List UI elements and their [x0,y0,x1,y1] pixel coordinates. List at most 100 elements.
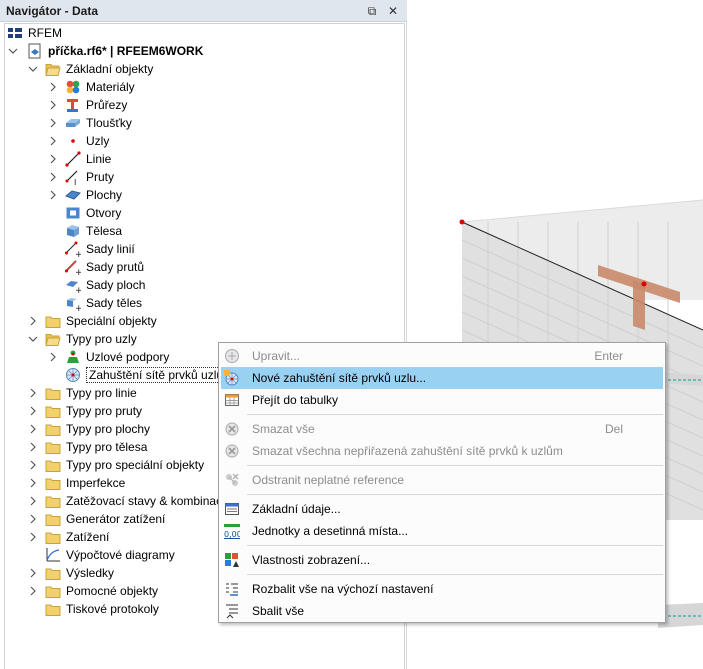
surface-sets-icon: + [65,277,81,293]
tree-item-label: Linie [86,152,112,166]
folder-icon [45,403,61,419]
menu-item-remove-invalid-refs[interactable]: Odstranit neplatné reference [221,469,663,491]
menu-item-display-properties[interactable]: Vlastnosti zobrazení... [221,549,663,571]
lines-icon [65,151,81,167]
edit-icon [224,348,240,364]
menu-item-delete-all[interactable]: Smazat vše Del [221,418,663,440]
menu-item-label: Základní údaje... [252,502,341,516]
menu-item-label: Sbalit vše [252,604,305,618]
tree-item-label: Materiály [86,80,135,94]
nodes-icon [65,133,81,149]
menu-item-go-to-table[interactable]: Přejít do tabulky [221,389,663,411]
chevron-right-icon[interactable] [27,459,39,471]
chevron-right-icon[interactable] [27,315,39,327]
menu-item-new-mesh-refinement[interactable]: Nové zahuštění sítě prvků uzlu... [221,367,663,389]
new-mesh-refinement-icon [224,370,240,386]
tree-item-label: Otvory [86,206,122,220]
cross-sections-icon [65,97,81,113]
navigator-title-bar: Navigátor - Data ⧉ ✕ [0,0,407,22]
chevron-right-icon[interactable] [47,117,59,129]
chevron-right-icon[interactable] [27,441,39,453]
model-file-icon [27,43,43,59]
folder-icon [45,529,61,545]
base-data-icon [224,501,240,517]
float-window-icon[interactable]: ⧉ [364,3,380,19]
menu-item-base-data[interactable]: Základní údaje... [221,498,663,520]
mesh-refinement-icon [65,367,81,383]
collapse-all-icon [224,603,240,619]
chevron-right-icon[interactable] [27,567,39,579]
chevron-right-icon[interactable] [47,135,59,147]
svg-text:+: + [75,286,81,293]
chevron-right-icon[interactable] [47,171,59,183]
folder-icon [45,583,61,599]
tree-item-label: Průřezy [86,98,128,112]
chevron-right-icon[interactable] [47,81,59,93]
nodal-support-icon [65,349,81,365]
chevron-right-icon[interactable] [47,189,59,201]
line-sets-icon: + [65,241,81,257]
chevron-right-icon[interactable] [27,405,39,417]
materials-icon [65,79,81,95]
chevron-right-icon[interactable] [47,153,59,165]
tree-item-label: Základní objekty [66,62,154,76]
tree-item-label: Pruty [86,170,115,184]
menu-item-label: Smazat vše [252,422,315,436]
chevron-right-icon[interactable] [27,495,39,507]
folder-icon [45,439,61,455]
tree-item-label: Generátor zatížení [66,512,166,526]
tree-item-label: Zatěžovací stavy & kombinace [66,494,229,508]
chevron-right-icon[interactable] [47,351,59,363]
tree-item-label: Imperfekce [66,476,126,490]
thicknesses-icon [65,115,81,131]
menu-item-label: Přejít do tabulky [252,393,339,407]
chevron-right-icon[interactable] [27,477,39,489]
tree-item-label: Typy pro plochy [66,422,151,436]
remove-invalid-refs-icon [224,472,240,488]
tree-item-label: Výpočtové diagramy [66,548,175,562]
tree-item-label: Tloušťky [86,116,132,130]
menu-item-label: Smazat všechna nepřiřazená zahuštění sít… [252,444,563,458]
chevron-right-icon[interactable] [27,423,39,435]
display-properties-icon [224,552,240,568]
menu-item-edit[interactable]: Upravit... Enter [221,345,663,367]
tree-item-label: Sady těles [86,296,143,310]
tree-item-label: Typy pro pruty [66,404,143,418]
chevron-down-icon[interactable] [27,63,39,75]
chevron-down-icon[interactable] [7,45,19,57]
folder-open-icon [45,61,61,77]
svg-text:I: I [74,178,76,185]
folder-icon [45,475,61,491]
folder-icon [45,601,61,617]
menu-item-delete-unassigned[interactable]: Smazat všechna nepřiřazená zahuštění sít… [221,440,663,462]
menu-item-label: Nové zahuštění sítě prvků uzlu... [252,371,427,385]
chevron-right-icon[interactable] [27,531,39,543]
folder-icon [45,511,61,527]
chevron-right-icon[interactable] [47,99,59,111]
tree-item-label: Tiskové protokoly [66,602,159,616]
folder-icon [45,313,61,329]
members-icon: I [65,169,81,185]
chevron-down-icon[interactable] [27,333,39,345]
svg-text:+: + [75,268,81,275]
tree-item-label: příčka.rf6* | RFEEM6WORK [48,44,204,58]
chevron-right-icon[interactable] [27,387,39,399]
delete-all-icon [224,421,240,437]
chevron-right-icon[interactable] [27,513,39,525]
menu-item-expand-default[interactable]: Rozbalit vše na výchozí nastavení [221,578,663,600]
menu-item-collapse-all[interactable]: Sbalit vše [221,600,663,622]
tree-item-label: RFEM [28,26,62,40]
svg-text:+: + [75,304,81,311]
navigator-title: Navigátor - Data [6,4,99,18]
tree-item-label: Výsledky [66,566,115,580]
menu-separator [247,545,663,546]
close-icon[interactable]: ✕ [385,3,401,19]
svg-text:0,00: 0,00 [224,530,240,539]
menu-item-units[interactable]: 0,00 Jednotky a desetinná místa... [221,520,663,542]
menu-item-shortcut: Del [604,422,623,436]
chevron-right-icon[interactable] [27,585,39,597]
tree-item-label: Typy pro speciální objekty [66,458,205,472]
tree-item-label: Plochy [86,188,123,202]
solid-sets-icon: + [65,295,81,311]
openings-icon [65,205,81,221]
